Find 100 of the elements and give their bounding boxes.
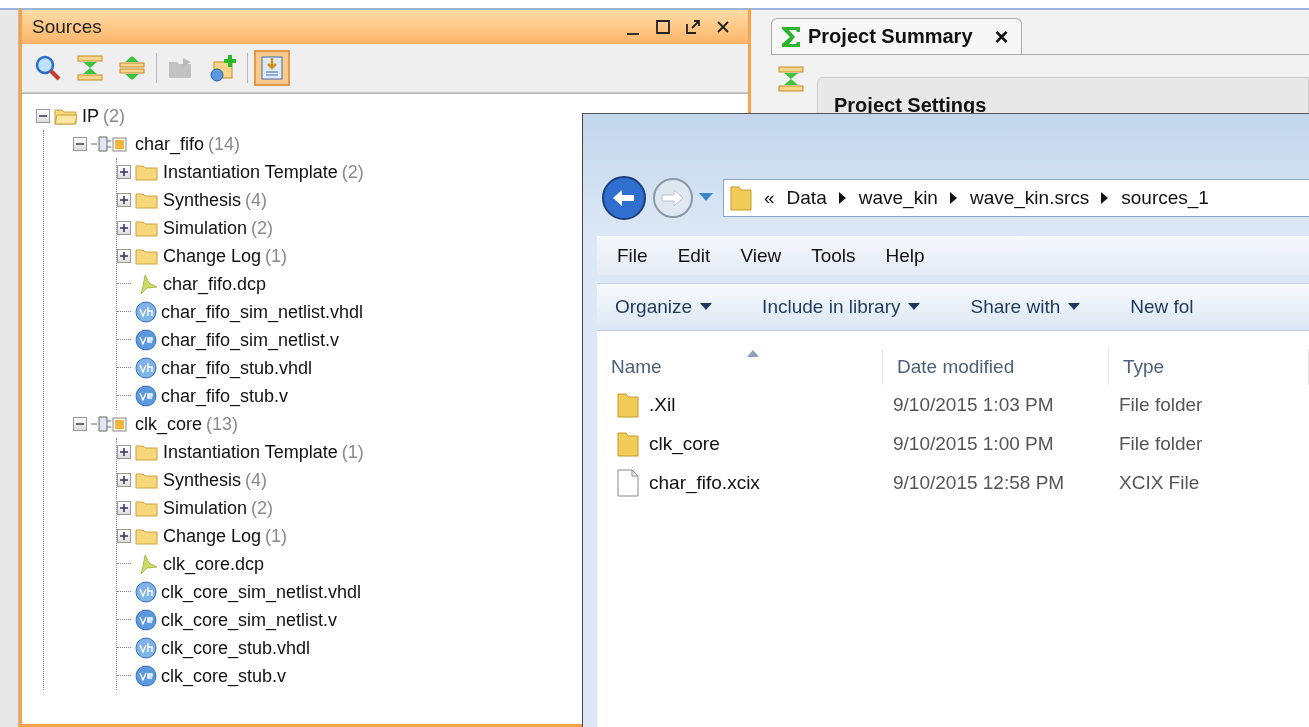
tree-item-label[interactable]: Instantiation Template — [163, 161, 338, 183]
command-button[interactable]: Include in library — [762, 296, 921, 318]
close-tab-button[interactable]: × — [994, 22, 1009, 51]
file-type: File folder — [1118, 432, 1204, 455]
command-button[interactable]: Organize — [615, 296, 713, 318]
tree-item-label[interactable]: Instantiation Template — [163, 441, 338, 463]
breadcrumb-item[interactable]: wave_kin — [858, 187, 938, 209]
command-button[interactable]: Share with — [970, 296, 1081, 318]
tree-item-label[interactable]: IP — [82, 105, 99, 127]
plus-icon — [119, 251, 129, 261]
tree-item-label[interactable]: Simulation — [163, 217, 248, 239]
column-header[interactable]: Type — [1109, 349, 1309, 385]
folder-icon — [135, 471, 159, 489]
dropdown-caret-icon[interactable] — [699, 193, 713, 203]
folder-icon — [135, 499, 159, 517]
chevron-right-icon — [949, 192, 958, 204]
menu-item[interactable]: File — [617, 245, 648, 267]
tree-item-label[interactable]: clk_core_stub.v — [161, 665, 287, 687]
folder-icon — [135, 527, 159, 545]
breadcrumb-overflow[interactable]: « — [764, 187, 775, 209]
vhdl-file-icon — [135, 637, 157, 659]
tree-item-label[interactable]: Change Log — [163, 525, 262, 547]
tree-item-label[interactable]: clk_core_stub.vhdl — [161, 637, 311, 659]
menu-item[interactable]: Tools — [811, 245, 856, 267]
menu-item[interactable]: View — [740, 245, 782, 267]
tree-item-label[interactable]: char_fifo_sim_netlist.v — [161, 329, 340, 351]
breadcrumb-item[interactable]: wave_kin.srcs — [969, 187, 1090, 209]
file-type: XCIX File — [1118, 471, 1201, 494]
add-sources-icon — [208, 54, 238, 82]
item-count: (13) — [206, 413, 239, 435]
tree-item-label[interactable]: clk_core — [135, 413, 203, 435]
tree-item-label[interactable]: clk_core.dcp — [163, 553, 265, 575]
plus-icon — [119, 167, 129, 177]
tree-item-label[interactable]: Change Log — [163, 245, 262, 267]
column-header[interactable]: Name — [597, 349, 883, 385]
vhdl-file-icon — [135, 581, 157, 603]
date-modified: 9/10/2015 12:58 PM — [892, 471, 1066, 494]
expand-toggle[interactable] — [73, 417, 87, 431]
date-modified: 9/10/2015 1:00 PM — [892, 432, 1055, 455]
address-bar[interactable]: « Data wave_kin wave_kin.srcs sources_1 — [723, 179, 1309, 217]
expand-all-icon — [118, 54, 146, 82]
verilog-file-icon — [135, 665, 157, 687]
expand-toggle[interactable] — [117, 529, 131, 543]
file-type: File folder — [1118, 393, 1204, 416]
tree-item-label[interactable]: char_fifo_sim_netlist.vhdl — [161, 301, 364, 323]
dropdown-caret-icon — [700, 303, 713, 311]
back-button[interactable] — [601, 175, 647, 221]
expand-toggle[interactable] — [117, 445, 131, 459]
dropdown-caret-icon — [908, 303, 921, 311]
sort-arrow-icon — [747, 350, 759, 357]
expand-toggle[interactable] — [117, 473, 131, 487]
tree-item-label[interactable]: Synthesis — [163, 469, 242, 491]
folder-icon — [617, 429, 639, 458]
item-count: (2) — [251, 217, 274, 239]
chevron-right-icon — [838, 192, 847, 204]
expand-toggle[interactable] — [117, 249, 131, 263]
item-count: (1) — [341, 441, 364, 463]
tree-item-label[interactable]: clk_core_sim_netlist.vhdl — [161, 581, 362, 603]
expand-toggle[interactable] — [117, 501, 131, 515]
command-button[interactable]: New fol — [1130, 296, 1194, 318]
plus-icon — [119, 195, 129, 205]
vhdl-file-icon — [135, 357, 157, 379]
tree-item-label[interactable]: char_fifo_stub.vhdl — [161, 357, 313, 379]
editor-tab[interactable]: Project Summary × — [771, 18, 1022, 54]
item-count: (14) — [208, 133, 241, 155]
file-name[interactable]: clk_core — [649, 432, 720, 455]
collapse-all-icon — [76, 54, 104, 82]
breadcrumb-item[interactable]: Data — [786, 187, 827, 209]
item-count: (1) — [265, 525, 288, 547]
column-header[interactable]: Date modified — [883, 349, 1109, 385]
breadcrumb-item[interactable]: sources_1 — [1121, 187, 1209, 209]
tree-item-label[interactable]: clk_core_sim_netlist.v — [161, 609, 338, 631]
tree-item-label[interactable]: char_fifo — [135, 133, 205, 155]
date-modified: 9/10/2015 1:03 PM — [892, 393, 1055, 416]
expand-toggle[interactable] — [73, 137, 87, 151]
plus-icon — [119, 531, 129, 541]
vhdl-file-icon — [135, 301, 157, 323]
file-icon — [617, 468, 639, 497]
tree-item-label[interactable]: char_fifo.dcp — [163, 273, 267, 295]
dropdown-caret-icon — [1068, 303, 1081, 311]
item-count: (1) — [265, 245, 288, 267]
expand-toggle[interactable] — [117, 221, 131, 235]
item-count: (2) — [103, 105, 125, 127]
sigma-icon — [780, 24, 802, 49]
menu-item[interactable]: Edit — [677, 245, 711, 267]
tree-item-label[interactable]: char_fifo_stub.v — [161, 385, 289, 407]
item-count: (2) — [341, 161, 364, 183]
plus-icon — [119, 223, 129, 233]
chevron-right-icon — [1101, 192, 1110, 204]
file-name[interactable]: .Xil — [649, 393, 676, 416]
expand-toggle[interactable] — [117, 193, 131, 207]
tree-item-label[interactable]: Synthesis — [163, 189, 242, 211]
file-name[interactable]: char_fifo.xcix — [649, 471, 760, 494]
expand-toggle[interactable] — [117, 165, 131, 179]
tree-item-label[interactable]: Simulation — [163, 497, 248, 519]
expand-toggle[interactable] — [36, 109, 50, 123]
plus-icon — [119, 503, 129, 513]
import-icon — [259, 54, 285, 82]
verilog-file-icon — [135, 385, 157, 407]
menu-item[interactable]: Help — [885, 245, 925, 267]
